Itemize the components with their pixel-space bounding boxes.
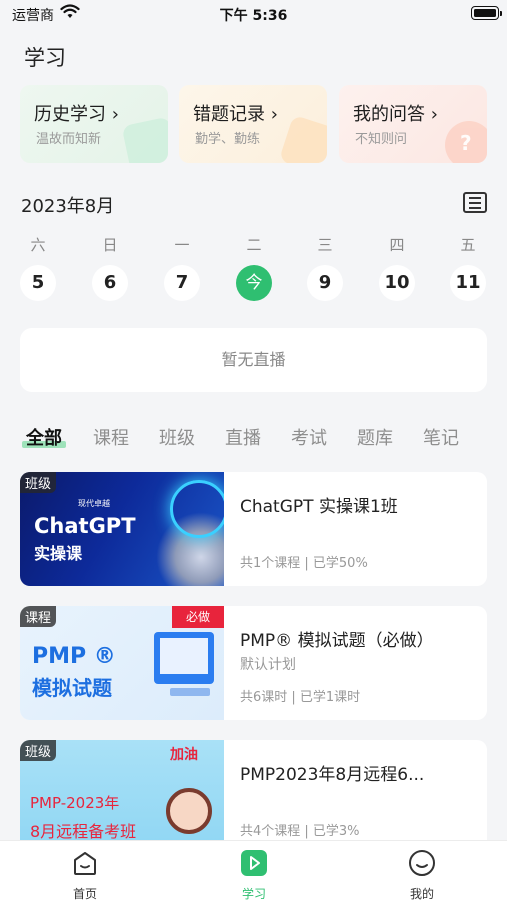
tab-all[interactable]: 全部	[22, 424, 66, 450]
tab-notes[interactable]: 笔记	[423, 424, 459, 450]
course-plan: 默认计划	[240, 657, 296, 673]
nav-label: 首页	[72, 887, 97, 900]
mascot-illustration	[166, 788, 212, 834]
calendar-month: 2023年8月	[21, 196, 115, 217]
quick-link-subtitle: 勤学、勤练	[195, 132, 261, 147]
weekday-label: 二	[246, 236, 262, 254]
tab-classes[interactable]: 班级	[159, 424, 195, 450]
weekday-label: 一	[174, 236, 190, 254]
thumbnail-brand: 现代卓越	[78, 499, 110, 508]
monitor-illustration	[154, 632, 214, 684]
nav-mine[interactable]: 我的	[382, 849, 462, 900]
calendar-icon[interactable]	[463, 192, 487, 213]
weekday-label: 三	[317, 236, 333, 254]
type-badge: 课程	[20, 606, 57, 627]
course-title: ChatGPT 实操课1班	[240, 497, 398, 517]
calendar-day[interactable]: 6	[92, 265, 128, 301]
course-card[interactable]: 必做 PMP ® 模拟试题 课程 PMP® 模拟试题（必做） 默认计划 共6课时…	[20, 606, 487, 720]
course-thumbnail: 现代卓越 ChatGPT 实操课 班级	[20, 472, 224, 586]
weekday-label: 六	[30, 236, 46, 254]
quick-link-title: 错题记录 ›	[193, 104, 278, 125]
cheer-text: 加油	[170, 747, 198, 763]
play-icon	[241, 850, 267, 876]
quick-link-subtitle: 温故而知新	[36, 132, 102, 147]
page-title: 学习	[24, 46, 66, 70]
course-progress: 共6课时 | 已学1课时	[240, 690, 361, 705]
nav-home[interactable]: 首页	[45, 849, 125, 900]
clock: 下午 5:36	[219, 8, 288, 24]
quick-link-title: 历史学习 ›	[34, 104, 119, 125]
profile-icon	[409, 850, 435, 876]
bottom-nav: 首页 学习 我的	[0, 840, 507, 900]
calendar-day[interactable]: 7	[164, 265, 200, 301]
notebook-icon	[278, 114, 327, 163]
course-card[interactable]: 加油 PMP-2023年 8月远程备考班 班级 PMP2023年8月远程6...…	[20, 740, 487, 854]
weekday-label: 日	[102, 236, 118, 254]
thumbnail-subtitle: 8月远程备考班	[30, 822, 137, 841]
calendar-days: 5 6 7 今 9 10 11	[0, 265, 507, 303]
type-badge: 班级	[20, 472, 57, 493]
clock-icon	[121, 116, 168, 163]
course-thumbnail: 加油 PMP-2023年 8月远程备考班 班级	[20, 740, 224, 854]
course-progress: 共4个课程 | 已学3%	[240, 824, 360, 839]
calendar-day-today[interactable]: 今	[236, 265, 272, 301]
question-icon: ?	[445, 121, 487, 163]
home-icon	[74, 852, 96, 875]
weekday-label: 四	[389, 236, 405, 254]
calendar-day[interactable]: 5	[20, 265, 56, 301]
thumbnail-title: ChatGPT	[34, 514, 136, 538]
thumbnail-subtitle: 模拟试题	[32, 676, 112, 700]
glow-ring	[170, 480, 224, 538]
thumbnail-subtitle: 实操课	[34, 544, 83, 563]
weekday-label: 五	[460, 236, 476, 254]
tab-courses[interactable]: 课程	[93, 424, 129, 450]
quick-link-subtitle: 不知则问	[355, 132, 408, 147]
my-qa-card[interactable]: 我的问答 › 不知则问 ?	[339, 85, 487, 163]
tab-live[interactable]: 直播	[225, 424, 261, 450]
filter-tabs: 全部 课程 班级 直播 考试 题库 笔记	[0, 424, 507, 454]
thumbnail-title: PMP-2023年	[30, 794, 120, 812]
status-bar: 运营商 下午 5:36	[0, 0, 507, 30]
tab-exams[interactable]: 考试	[291, 424, 327, 450]
tab-question-bank[interactable]: 题库	[357, 424, 393, 450]
calendar-weekdays: 六 日 一 二 三 四 五	[0, 234, 507, 254]
course-title: PMP® 模拟试题（必做）	[240, 631, 434, 651]
type-badge: 班级	[20, 740, 57, 761]
required-tag: 必做	[172, 606, 224, 628]
calendar-day[interactable]: 11	[450, 265, 486, 301]
course-title: PMP2023年8月远程6...	[240, 765, 425, 785]
nav-learning[interactable]: 学习	[214, 849, 294, 900]
nav-label: 学习	[241, 887, 266, 900]
course-thumbnail: 必做 PMP ® 模拟试题 课程	[20, 606, 224, 720]
quick-link-title: 我的问答 ›	[353, 104, 438, 125]
thumbnail-title: PMP ®	[32, 644, 116, 669]
course-progress: 共1个课程 | 已学50%	[240, 556, 368, 571]
live-empty-notice: 暂无直播	[20, 328, 487, 392]
calendar-day[interactable]: 10	[379, 265, 415, 301]
battery-icon	[471, 6, 502, 20]
nav-label: 我的	[409, 887, 434, 900]
keyboard-illustration	[170, 688, 210, 696]
wrong-questions-card[interactable]: 错题记录 › 勤学、勤练	[179, 85, 327, 163]
history-learning-card[interactable]: 历史学习 › 温故而知新	[20, 85, 168, 163]
calendar-day[interactable]: 9	[307, 265, 343, 301]
course-card[interactable]: 现代卓越 ChatGPT 实操课 班级 ChatGPT 实操课1班 共1个课程 …	[20, 472, 487, 586]
